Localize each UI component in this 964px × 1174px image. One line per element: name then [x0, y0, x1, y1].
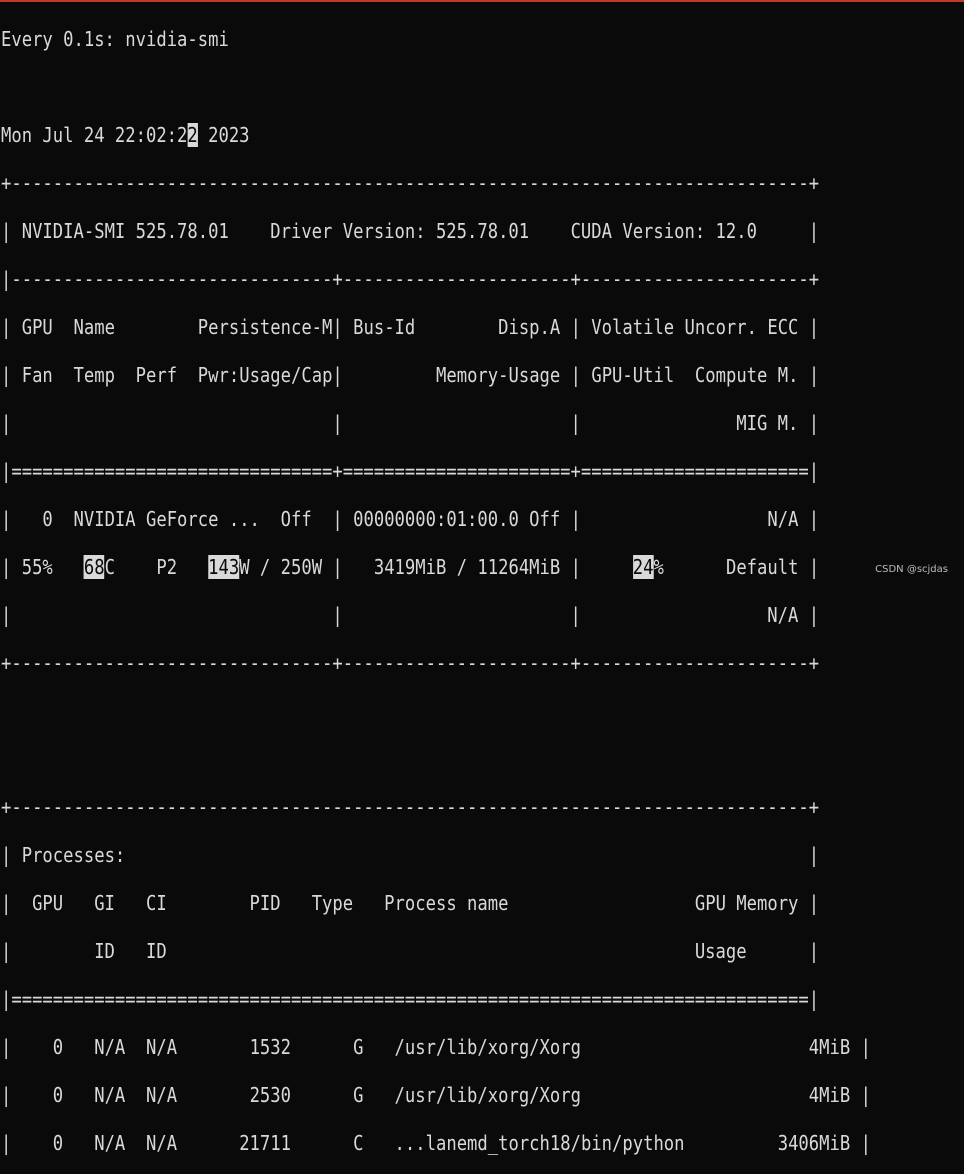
header-bus-id: Bus-Id	[353, 315, 416, 339]
header-temp: Temp	[73, 363, 115, 387]
header-name: Name	[73, 315, 115, 339]
gpu-temp-unit: C	[104, 555, 115, 579]
header-disp: Disp.A	[498, 315, 561, 339]
processes-title: Processes:	[21, 843, 126, 867]
gpu-util-unit: %	[653, 555, 664, 579]
table-border: |===============================+=======…	[1, 459, 820, 483]
proc-gi: N/A	[94, 1035, 126, 1059]
proc-gpu: 0	[52, 1131, 64, 1155]
header-perf: Perf	[135, 363, 178, 387]
proc-type: C	[353, 1131, 364, 1155]
process-header-row-2: | ID ID Usage |	[1, 939, 820, 963]
table-border: |=======================================…	[1, 987, 820, 1011]
processes-title-row: | Processes: |	[1, 843, 820, 867]
proc-name: /usr/lib/xorg/Xorg	[394, 1035, 581, 1059]
header-gpu-util: GPU-Util	[591, 363, 675, 387]
gpu-perf: P2	[156, 555, 178, 579]
header-ecc: Volatile Uncorr. ECC	[591, 315, 799, 339]
header-proc-pid: PID	[249, 891, 281, 915]
gpu-header-row-1: | GPU Name Persistence-M| Bus-Id Disp.A …	[1, 315, 820, 339]
header-persistence: Persistence-M	[197, 315, 333, 339]
gpu-persistence: Off	[280, 507, 312, 531]
table-border: +---------------------------------------…	[1, 795, 820, 819]
cuda-version: CUDA Version: 12.0	[570, 219, 757, 243]
header-proc-gi: GI	[94, 891, 115, 915]
gpu-header-row-3: | | | MIG M. |	[1, 411, 820, 435]
driver-version: Driver Version: 525.78.01	[270, 219, 530, 243]
proc-mem: 3406MiB	[777, 1131, 851, 1155]
gpu-name: NVIDIA GeForce ...	[73, 507, 260, 531]
header-memory-usage: Memory-Usage	[435, 363, 561, 387]
gpu-power-cap: W / 250W	[239, 555, 323, 579]
header-gpu: GPU	[21, 315, 53, 339]
header-proc-name: Process name	[384, 891, 509, 915]
proc-gpu: 0	[52, 1035, 64, 1059]
watch-header: Every 0.1s: nvidia-smi	[1, 27, 871, 51]
header-fan: Fan	[21, 363, 53, 387]
gpu-ecc: N/A	[767, 507, 799, 531]
watch-command: nvidia-smi	[125, 27, 229, 51]
process-row: | 0 N/A N/A 21711 C ...lanemd_torch18/bi…	[1, 1131, 871, 1155]
gpu-row-2: | 55% 68C P2 143W / 250W | 3419MiB / 112…	[1, 555, 820, 579]
gpu-disp: Off	[529, 507, 561, 531]
process-row: | 0 N/A N/A 2530 G /usr/lib/xorg/Xorg 4M…	[1, 1083, 871, 1107]
proc-name: ...lanemd_torch18/bin/python	[394, 1131, 685, 1155]
proc-pid: 21711	[239, 1131, 291, 1155]
proc-name: /usr/lib/xorg/Xorg	[394, 1083, 581, 1107]
proc-mem: 4MiB	[808, 1083, 851, 1107]
gpu-row-1: | 0 NVIDIA GeForce ... Off | 00000000:01…	[1, 507, 820, 531]
gpu-compute-mode: Default	[725, 555, 799, 579]
header-proc-ci-id: ID	[145, 939, 167, 963]
watermark: CSDN @scjdas	[875, 564, 948, 575]
gpu-temp-value: 68	[83, 555, 105, 579]
terminal-cursor: 2	[187, 123, 198, 147]
gpu-memory-usage: 3419MiB / 11264MiB	[373, 555, 561, 579]
header-proc-gi-id: ID	[94, 939, 115, 963]
gpu-index: 0	[42, 507, 53, 531]
proc-gi: N/A	[94, 1131, 126, 1155]
proc-type: G	[353, 1035, 364, 1059]
header-mig-mode: MIG M.	[736, 411, 799, 435]
timestamp-line: Mon Jul 24 22:02:22 2023	[1, 123, 871, 147]
proc-mem: 4MiB	[808, 1035, 851, 1059]
header-compute-mode: Compute M.	[694, 363, 799, 387]
header-proc-usage: Usage	[694, 939, 747, 963]
smi-version: NVIDIA-SMI 525.78.01	[21, 219, 229, 243]
proc-ci: N/A	[146, 1083, 178, 1107]
header-proc-ci: CI	[145, 891, 167, 915]
proc-type: G	[353, 1083, 364, 1107]
timestamp-text: Mon Jul 24 22:02:2	[1, 123, 188, 147]
proc-pid: 2530	[249, 1083, 291, 1107]
header-proc-gpu: GPU	[32, 891, 64, 915]
table-border: |-------------------------------+-------…	[1, 267, 820, 291]
watch-interval: Every 0.1s:	[1, 27, 115, 51]
proc-gpu: 0	[52, 1083, 64, 1107]
smi-info-row: | NVIDIA-SMI 525.78.01 Driver Version: 5…	[1, 219, 820, 243]
gpu-util-value: 24	[632, 555, 654, 579]
header-proc-memory: GPU Memory	[694, 891, 799, 915]
proc-pid: 1532	[249, 1035, 291, 1059]
proc-gi: N/A	[94, 1083, 126, 1107]
gpu-header-row-2: | Fan Temp Perf Pwr:Usage/Cap| Memory-Us…	[1, 363, 820, 387]
table-border: +---------------------------------------…	[1, 171, 820, 195]
process-header-row-1: | GPU GI CI PID Type Process name GPU Me…	[1, 891, 820, 915]
gpu-mig-mode: N/A	[767, 603, 799, 627]
proc-ci: N/A	[146, 1035, 178, 1059]
header-proc-type: Type	[311, 891, 354, 915]
gpu-fan: 55%	[21, 555, 53, 579]
window-top-border	[0, 0, 964, 2]
table-border: +-------------------------------+-------…	[1, 651, 820, 675]
proc-ci: N/A	[146, 1131, 178, 1155]
gpu-bus-id: 00000000:01:00.0	[353, 507, 519, 531]
timestamp-year: 2023	[197, 123, 250, 147]
terminal-output: Every 0.1s: nvidia-smi Mon Jul 24 22:02:…	[1, 3, 871, 1174]
gpu-power-usage: 143	[208, 555, 240, 579]
process-row: | 0 N/A N/A 1532 G /usr/lib/xorg/Xorg 4M…	[1, 1035, 871, 1059]
header-power: Pwr:Usage/Cap	[197, 363, 333, 387]
gpu-row-3: | | | N/A |	[1, 603, 820, 627]
